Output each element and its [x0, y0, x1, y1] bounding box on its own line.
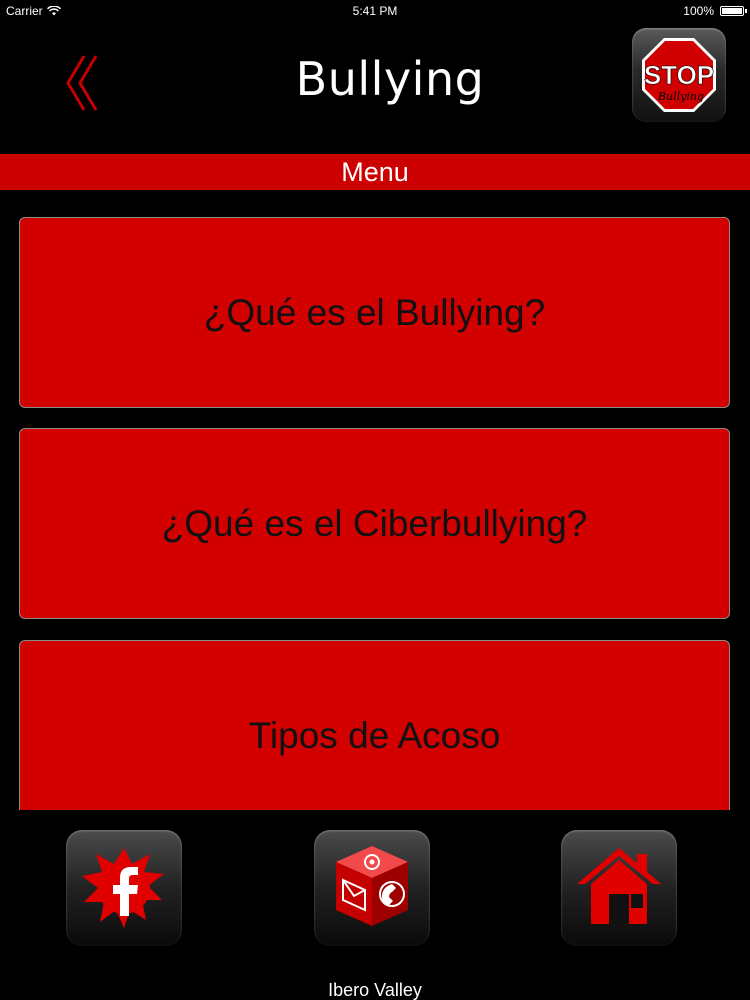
menu-item-tipos-de-acoso[interactable]: Tipos de Acoso [19, 640, 730, 810]
contact-button[interactable] [314, 830, 430, 946]
menu-item-que-es-ciberbullying[interactable]: ¿Qué es el Ciberbullying? [19, 428, 730, 619]
footer-text: Ibero Valley [328, 980, 422, 1000]
contact-cube-icon [336, 846, 408, 926]
home-button[interactable] [561, 830, 677, 946]
menu-item-label: ¿Qué es el Bullying? [203, 291, 546, 333]
bottom-toolbar: Ibero Valley [0, 810, 750, 1000]
facebook-icon [82, 848, 164, 928]
menu-item-que-es-bullying[interactable]: ¿Qué es el Bullying? [19, 217, 730, 408]
home-icon [577, 848, 661, 924]
menu-list: ¿Qué es el Bullying? ¿Qué es el Ciberbul… [0, 0, 750, 810]
menu-item-label: Tipos de Acoso [248, 714, 501, 756]
menu-item-label: ¿Qué es el Ciberbullying? [161, 502, 588, 544]
facebook-button[interactable] [66, 830, 182, 946]
